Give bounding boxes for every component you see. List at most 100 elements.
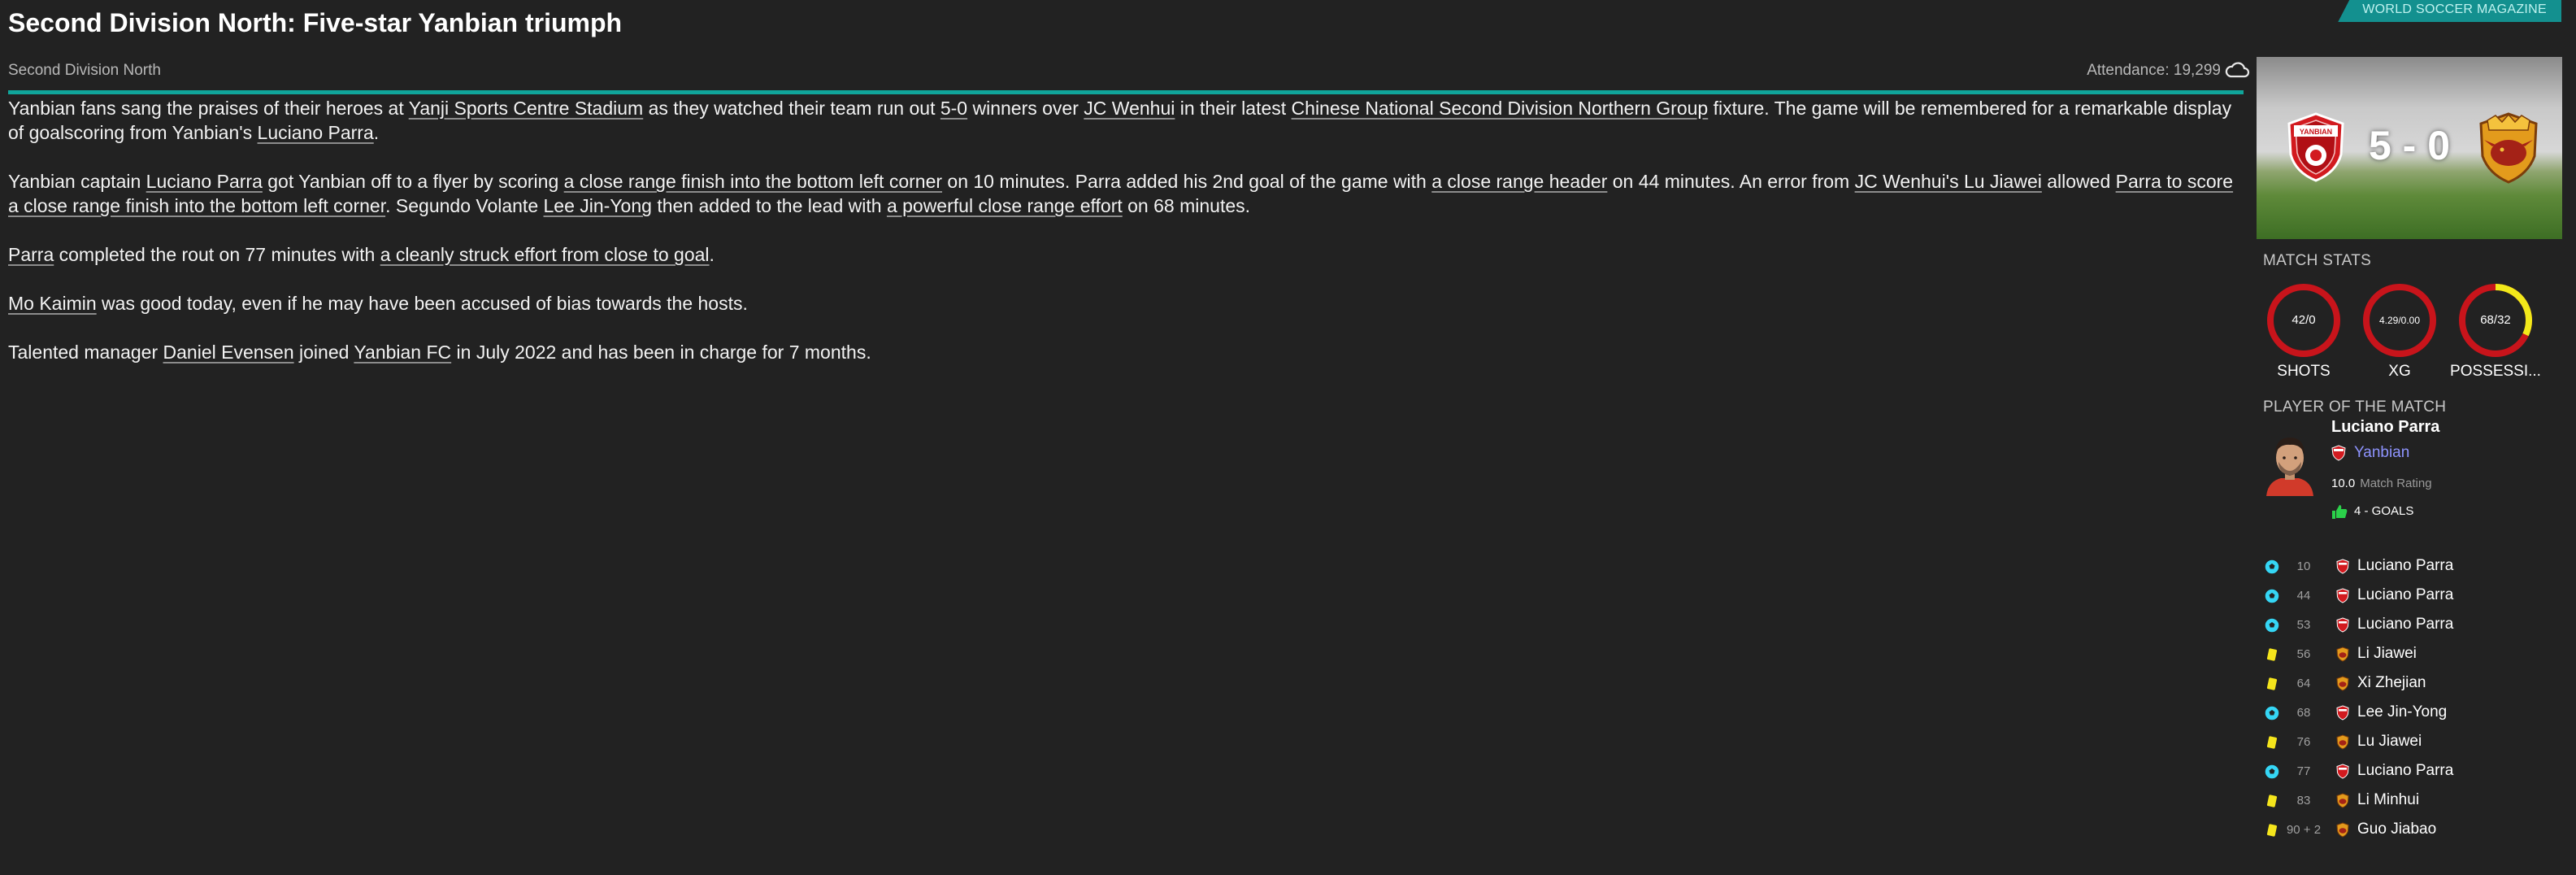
match-event-row[interactable]: 56 Li Jiawei [2257,642,2562,667]
article-body: Yanbian fans sang the praises of their h… [8,96,2235,389]
club-link[interactable]: Yanbian FC [354,342,451,363]
match-event-row[interactable]: 10 Luciano Parra [2257,555,2562,579]
event-minute: 44 [2296,589,2311,603]
competition-link[interactable]: Chinese National Second Division Norther… [1292,98,1709,119]
goal-icon [2265,589,2279,603]
xg-value: 4.29/0.00 [2378,315,2421,326]
event-minute: 68 [2296,706,2311,720]
xg-label: XG [2388,363,2411,380]
article-paragraph: Parra completed the rout on 77 minutes w… [8,244,715,265]
event-player-name[interactable]: Lee Jin-Yong [2357,703,2447,721]
rating-label: Match Rating [2360,477,2432,490]
goals-count: 4 - GOALS [2354,504,2414,518]
referee-link[interactable]: Mo Kaimin [8,293,97,314]
potm-name[interactable]: Luciano Parra [2331,418,2439,437]
match-event-row[interactable]: 77 Luciano Parra [2257,760,2562,784]
cloud-weather-icon [2225,62,2250,78]
player-link[interactable]: Parra [8,244,54,265]
player-link[interactable]: JC Wenhui's Lu Jiawei [1855,171,2042,192]
highlight-link[interactable]: a close range finish into the bottom lef… [564,171,942,192]
goal-icon [2265,559,2279,574]
shots-label: SHOTS [2277,363,2331,380]
possession-value: 68/32 [2480,313,2511,327]
jc-wenhui-crest-icon[interactable] [2478,112,2539,184]
match-stats-title: MATCH STATS [2263,252,2372,269]
jc-wenhui-crest-icon [2336,676,2349,691]
event-player-name[interactable]: Guo Jiabao [2357,821,2436,838]
potm-team-label: Yanbian [2354,444,2410,461]
thumbs-up-icon [2332,505,2348,520]
jc-wenhui-crest-icon [2336,646,2349,662]
event-player-name[interactable]: Lu Jiawei [2357,733,2422,751]
xg-gauge[interactable]: 4.29/0.00 XG [2361,281,2439,380]
event-player-name[interactable]: Xi Zhejian [2357,674,2426,692]
article-paragraph: Mo Kaimin was good today, even if he may… [8,293,748,314]
yanbian-crest-icon [2336,705,2349,720]
player-avatar[interactable] [2263,431,2317,496]
rating-value: 10.0 [2331,477,2356,490]
article-paragraph: Yanbian fans sang the praises of their h… [8,98,2232,143]
event-minute: 10 [2296,559,2311,573]
competition-label[interactable]: Second Division North [8,62,161,80]
event-minute: 77 [2296,764,2311,778]
event-player-name[interactable]: Luciano Parra [2357,557,2453,575]
jc-wenhui-crest-icon [2336,734,2349,750]
score-link[interactable]: 5-0 [940,98,967,119]
goal-icon [2265,764,2279,779]
yanbian-crest-icon [2336,559,2349,574]
score-card[interactable]: YANBIAN 5 - 0 [2257,57,2562,239]
event-player-name[interactable]: Luciano Parra [2357,586,2453,604]
article-paragraph: Yanbian captain Luciano Parra got Yanbia… [8,171,2234,216]
potm-team-link[interactable]: Yanbian [2331,444,2409,462]
yellow-card-icon [2266,648,2278,661]
yellow-card-icon [2266,736,2278,749]
yanbian-crest-icon [2331,445,2346,461]
event-player-name[interactable]: Luciano Parra [2357,762,2453,780]
event-minute: 53 [2296,618,2311,632]
possession-gauge[interactable]: 68/32 POSSESSI... [2450,281,2541,380]
match-event-row[interactable]: 44 Luciano Parra [2257,584,2562,608]
highlight-link[interactable]: a close range header [1431,171,1607,192]
event-player-name[interactable]: Luciano Parra [2357,616,2453,633]
event-player-name[interactable]: Li Minhui [2357,791,2419,809]
event-player-name[interactable]: Li Jiawei [2357,645,2417,663]
match-event-row[interactable]: 90 + 2 Guo Jiabao [2257,818,2562,842]
yanbian-crest-icon [2336,764,2349,779]
match-event-row[interactable]: 53 Luciano Parra [2257,613,2562,638]
shots-value: 42/0 [2291,313,2316,327]
stadium-link[interactable]: Yanji Sports Centre Stadium [409,98,644,119]
article-paragraph: Talented manager Daniel Evensen joined Y… [8,342,871,363]
event-minute: 56 [2296,647,2311,661]
player-link[interactable]: Lee Jin-Yong [544,195,652,216]
team-link[interactable]: JC Wenhui [1084,98,1175,119]
article-headline: Second Division North: Five-star Yanbian… [8,8,623,37]
yanbian-crest-icon [2336,617,2349,633]
player-link[interactable]: Luciano Parra [146,171,263,192]
magazine-brand-label[interactable]: WORLD SOCCER MAGAZINE [2338,0,2561,22]
jc-wenhui-crest-icon [2336,793,2349,808]
player-link[interactable]: Luciano Parra [258,122,374,143]
goal-icon [2265,618,2279,633]
match-event-row[interactable]: 68 Lee Jin-Yong [2257,701,2562,725]
event-minute: 64 [2296,677,2311,690]
event-minute: 83 [2296,794,2311,808]
highlight-link[interactable]: a powerful close range effort [887,195,1123,216]
manager-link[interactable]: Daniel Evensen [163,342,294,363]
shots-gauge[interactable]: 42/0 SHOTS [2265,281,2343,380]
potm-rating: 10.0 Match Rating [2331,477,2432,490]
article-subheader: Second Division North Attendance: 19,299 [8,62,2250,91]
yellow-card-icon [2266,677,2278,690]
attendance-label: Attendance: 19,299 [2087,62,2221,79]
event-minute: 76 [2296,735,2311,749]
match-event-row[interactable]: 76 Lu Jiawei [2257,730,2562,755]
potm-goals: 4 - GOALS [2331,504,2414,520]
goal-icon [2265,706,2279,720]
highlight-link[interactable]: a cleanly struck effort from close to go… [380,244,710,265]
player-of-match-title: PLAYER OF THE MATCH [2263,398,2447,416]
possession-label: POSSESSI... [2450,363,2541,380]
match-event-row[interactable]: 64 Xi Zhejian [2257,672,2562,696]
yellow-card-icon [2266,794,2278,808]
match-event-row[interactable]: 83 Li Minhui [2257,789,2562,813]
yellow-card-icon [2266,824,2278,837]
yanbian-crest-icon [2336,588,2349,603]
